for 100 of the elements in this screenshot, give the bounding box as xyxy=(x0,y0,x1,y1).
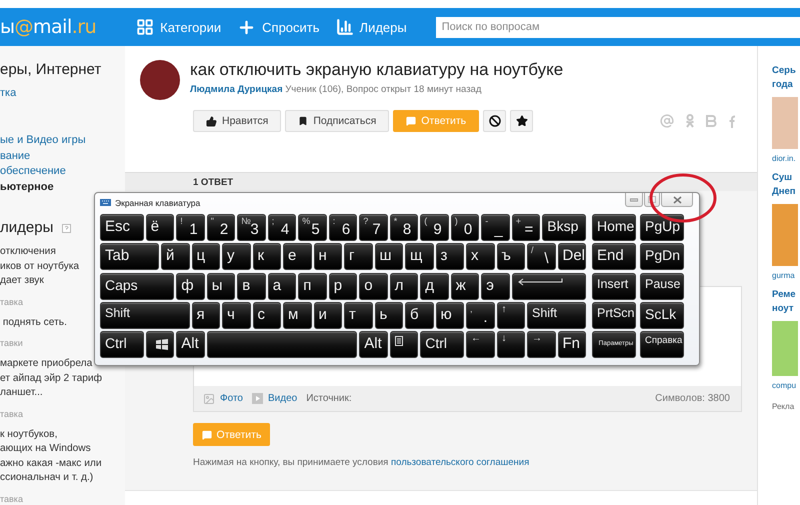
letter-b-icon[interactable] xyxy=(706,115,717,127)
keyboard-key[interactable]: ) 0 xyxy=(450,214,480,241)
keyboard-key[interactable]: о xyxy=(359,272,388,300)
keyboard-key[interactable]: г xyxy=(344,243,372,270)
ad-source[interactable]: dior.in. xyxy=(772,154,800,163)
keyboard-key[interactable]: ы xyxy=(206,272,236,300)
keyboard-key[interactable]: Del xyxy=(558,243,586,270)
keyboard-key[interactable]: п xyxy=(298,272,327,300)
keyboard-key[interactable]: ? 7 xyxy=(359,214,388,241)
keyboard-key[interactable]: ъ xyxy=(496,243,525,270)
keyboard-key[interactable]: у xyxy=(222,243,250,270)
category-item[interactable]: вание xyxy=(0,148,86,164)
keyboard-key[interactable]: ↑ xyxy=(496,302,525,329)
keyboard-key[interactable]: - _ xyxy=(481,214,510,241)
keyboard-key[interactable]: : 6 xyxy=(328,214,358,241)
keyboard-key[interactable] xyxy=(146,331,174,358)
keyboard-key[interactable]: к xyxy=(252,243,281,270)
keyboard-key[interactable]: ↓ xyxy=(496,331,525,358)
keyboard-key[interactable]: + = xyxy=(512,214,540,241)
category-link[interactable]: тка xyxy=(0,86,16,100)
keyboard-key[interactable]: щ xyxy=(405,243,434,270)
keyboard-key[interactable] xyxy=(206,331,358,358)
keyboard-key[interactable]: ч xyxy=(222,302,250,329)
category-item[interactable]: ые и Видео игры xyxy=(0,133,86,148)
keyboard-key[interactable]: Caps xyxy=(100,272,174,300)
nav-link[interactable]: Категории xyxy=(136,18,222,36)
author-link[interactable]: Людмила Дурицкая xyxy=(190,84,283,95)
keyboard-key[interactable]: * 8 xyxy=(390,214,418,241)
keyboard-key[interactable]: %5 xyxy=(298,214,327,241)
keyboard-key[interactable]: ScLk xyxy=(640,302,684,329)
keyboard-key[interactable]: ← xyxy=(466,331,494,358)
keyboard-key[interactable]: л xyxy=(390,272,418,300)
keyboard-key[interactable]: м xyxy=(283,302,312,329)
keyboard-key[interactable]: э xyxy=(481,272,510,300)
keyboard-key[interactable]: и xyxy=(314,302,342,329)
keyboard-key[interactable]: ! 1 xyxy=(176,214,205,241)
keyboard-key[interactable]: Bksp xyxy=(542,214,586,241)
keyboard-key[interactable]: а xyxy=(268,272,296,300)
letter-f-icon[interactable] xyxy=(728,114,735,128)
keyboard-key[interactable]: Shift xyxy=(100,302,190,329)
attach-link[interactable]: Видео xyxy=(268,393,298,404)
keyboard-key[interactable]: ж xyxy=(450,272,480,300)
keyboard-key[interactable]: д xyxy=(420,272,449,300)
keyboard-key[interactable]: й xyxy=(161,243,190,270)
keyboard-key[interactable]: Alt xyxy=(176,331,205,358)
keyboard-key[interactable]: н xyxy=(314,243,342,270)
action-button[interactable]: Подписаться xyxy=(285,110,390,132)
keyboard-key[interactable]: End xyxy=(592,243,636,270)
minimize-button[interactable] xyxy=(625,193,643,207)
ad-source[interactable]: compu xyxy=(772,381,800,390)
question-link[interactable]: отключения иков от ноутбука дает звук xyxy=(0,245,80,288)
ad-source[interactable]: gurma xyxy=(772,271,800,280)
search-field[interactable]: Поиск по вопросам xyxy=(436,16,800,38)
keyboard-key[interactable]: в xyxy=(237,272,266,300)
question-link[interactable]: к ноутбуков, ающих на Windows ажно какая -макс или ссиональнач и т. д.) xyxy=(0,428,102,486)
at-sign-icon[interactable] xyxy=(660,114,674,128)
keyboard-key[interactable]: PgDn xyxy=(640,243,684,270)
question-link[interactable]: маркете приобрела ет айпад эйр 2 тариф ланшет... xyxy=(0,357,102,400)
icon-button[interactable] xyxy=(510,110,534,132)
keyboard-key[interactable]: х xyxy=(466,243,494,270)
keyboard-key[interactable]: Ctrl xyxy=(420,331,464,358)
ad-title[interactable]: Реме ноут xyxy=(772,288,800,316)
icon-button[interactable] xyxy=(483,110,506,132)
keyboard-key[interactable]: р xyxy=(328,272,358,300)
category-item[interactable]: ьютерное xyxy=(0,180,86,195)
keyboard-key[interactable]: ц xyxy=(192,243,220,270)
keyboard-key[interactable]: ь xyxy=(374,302,403,329)
site-logo[interactable]: ы@mail.ru xyxy=(0,12,96,42)
question-link[interactable]: поднять сеть. xyxy=(0,316,67,330)
keyboard-key[interactable]: ё xyxy=(146,214,174,241)
keyboard-key[interactable]: ; 4 xyxy=(268,214,296,241)
stick-figure-icon[interactable] xyxy=(685,114,695,128)
category-item[interactable]: обеспечение xyxy=(0,164,86,180)
keyboard-key[interactable]: Shift xyxy=(527,302,586,329)
keyboard-key[interactable]: " 2 xyxy=(206,214,236,241)
keyboard-key[interactable]: Alt xyxy=(359,331,388,358)
keyboard-key[interactable]: Insert xyxy=(592,272,636,300)
keyboard-key[interactable]: я xyxy=(192,302,220,329)
keyboard-key[interactable]: Home xyxy=(592,214,636,241)
keyboard-key[interactable]: Esc xyxy=(100,214,144,241)
keyboard-key[interactable]: , . xyxy=(466,302,494,329)
keyboard-key[interactable]: №3 xyxy=(237,214,266,241)
keyboard-key[interactable]: Справка xyxy=(640,331,684,358)
keyboard-key[interactable]: Fn xyxy=(558,331,586,358)
keyboard-key[interactable]: ю xyxy=(436,302,464,329)
keyboard-key[interactable]: Pause xyxy=(640,272,684,300)
terms-link[interactable]: пользовательского соглашения xyxy=(390,457,530,468)
ad-title[interactable]: Суш Днеп xyxy=(772,171,800,199)
keyboard-key[interactable]: ф xyxy=(176,272,205,300)
nav-link[interactable]: Лидеры xyxy=(336,18,407,36)
keyboard-key[interactable]: PrtScn xyxy=(592,302,636,329)
keyboard-key[interactable]: б xyxy=(405,302,434,329)
keyboard-key[interactable]: / \ xyxy=(527,243,556,270)
attach-link[interactable]: Фото xyxy=(220,393,243,404)
keyboard-key[interactable] xyxy=(512,272,586,300)
keyboard-key[interactable]: ш xyxy=(374,243,403,270)
ad-title[interactable]: Серь года xyxy=(772,64,800,92)
close-button[interactable] xyxy=(661,193,693,207)
keyboard-key[interactable]: → xyxy=(527,331,556,358)
keyboard-key[interactable] xyxy=(390,331,418,358)
